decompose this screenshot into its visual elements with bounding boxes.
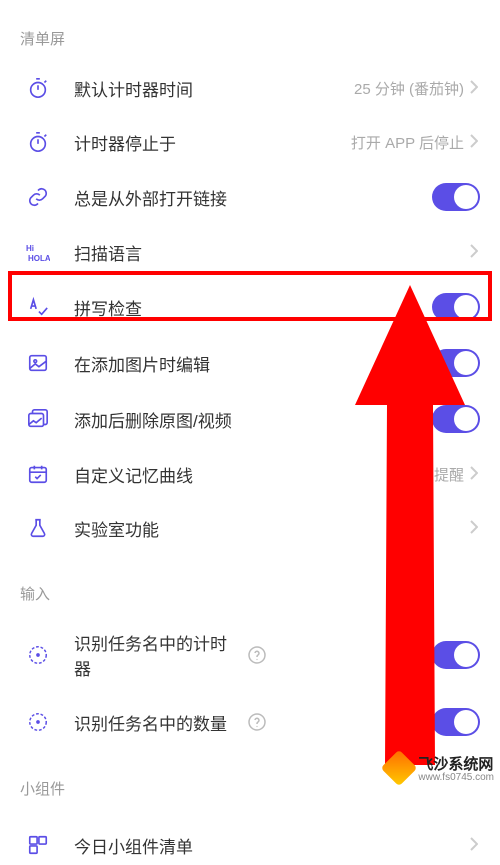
link-icon bbox=[26, 185, 50, 209]
toggle-delete-original[interactable] bbox=[432, 405, 480, 433]
row-label: 自定义记忆曲线 bbox=[74, 462, 406, 487]
stopwatch-icon bbox=[26, 130, 50, 154]
row-lab[interactable]: 实验室功能 bbox=[0, 501, 500, 555]
row-label: 计时器停止于 bbox=[74, 130, 351, 155]
chevron-right-icon bbox=[470, 244, 480, 260]
toggle-external-link[interactable] bbox=[432, 183, 480, 211]
help-icon[interactable] bbox=[248, 713, 266, 731]
row-value: 25 分钟 (番茄钟) bbox=[354, 78, 464, 99]
spellcheck-icon bbox=[26, 295, 50, 319]
help-icon[interactable] bbox=[248, 646, 266, 664]
row-label: 今日小组件清单 bbox=[74, 833, 470, 858]
row-recognize-timer[interactable]: 识别任务名中的计时器 bbox=[0, 616, 500, 694]
toggle-spellcheck[interactable] bbox=[432, 293, 480, 321]
row-label: 实验室功能 bbox=[74, 516, 470, 541]
row-scan-language[interactable]: HiHOLA 扫描语言 bbox=[0, 225, 500, 279]
images-icon bbox=[26, 407, 50, 431]
row-value: 8 次提醒 bbox=[406, 464, 464, 485]
toggle-edit-image[interactable] bbox=[432, 349, 480, 377]
row-delete-original[interactable]: 添加后删除原图/视频 bbox=[0, 391, 500, 447]
detect-icon bbox=[26, 643, 50, 667]
chevron-right-icon bbox=[470, 466, 480, 482]
row-label: 总是从外部打开链接 bbox=[74, 185, 432, 210]
chevron-right-icon bbox=[470, 520, 480, 536]
toggle-recognize-quantity[interactable] bbox=[432, 708, 480, 736]
row-today-widget[interactable]: 今日小组件清单 bbox=[0, 811, 500, 865]
row-default-timer[interactable]: 默认计时器时间 25 分钟 (番茄钟) bbox=[0, 61, 500, 115]
row-label: 默认计时器时间 bbox=[74, 76, 354, 101]
row-label: 识别任务名中的数量 bbox=[74, 710, 240, 735]
row-edit-image[interactable]: 在添加图片时编辑 bbox=[0, 335, 500, 391]
widget-icon bbox=[26, 833, 50, 857]
section-header-widget: 小组件 bbox=[0, 750, 500, 811]
detect-icon bbox=[26, 710, 50, 734]
row-label: 扫描语言 bbox=[74, 240, 470, 265]
section-header-input: 输入 bbox=[0, 555, 500, 616]
flask-icon bbox=[26, 516, 50, 540]
row-label: 识别任务名中的计时器 bbox=[74, 630, 240, 680]
stopwatch-icon bbox=[26, 76, 50, 100]
row-recognize-quantity[interactable]: 识别任务名中的数量 bbox=[0, 694, 500, 750]
chevron-right-icon bbox=[470, 837, 480, 853]
language-icon: HiHOLA bbox=[26, 240, 50, 264]
svg-text:Hi: Hi bbox=[26, 244, 34, 253]
section-header-qingdan: 清单屏 bbox=[0, 0, 500, 61]
row-label: 添加后删除原图/视频 bbox=[74, 407, 432, 432]
row-external-link[interactable]: 总是从外部打开链接 bbox=[0, 169, 500, 225]
toggle-recognize-timer[interactable] bbox=[432, 641, 480, 669]
chevron-right-icon bbox=[470, 134, 480, 150]
calendar-icon bbox=[26, 462, 50, 486]
row-timer-stop[interactable]: 计时器停止于 打开 APP 后停止 bbox=[0, 115, 500, 169]
row-memory-curve[interactable]: 自定义记忆曲线 8 次提醒 bbox=[0, 447, 500, 501]
chevron-right-icon bbox=[470, 80, 480, 96]
row-spellcheck[interactable]: 拼写检查 bbox=[0, 279, 500, 335]
svg-text:HOLA: HOLA bbox=[28, 254, 50, 262]
row-label: 在添加图片时编辑 bbox=[74, 351, 432, 376]
row-label: 拼写检查 bbox=[74, 295, 432, 320]
row-value: 打开 APP 后停止 bbox=[351, 132, 464, 153]
image-icon bbox=[26, 351, 50, 375]
